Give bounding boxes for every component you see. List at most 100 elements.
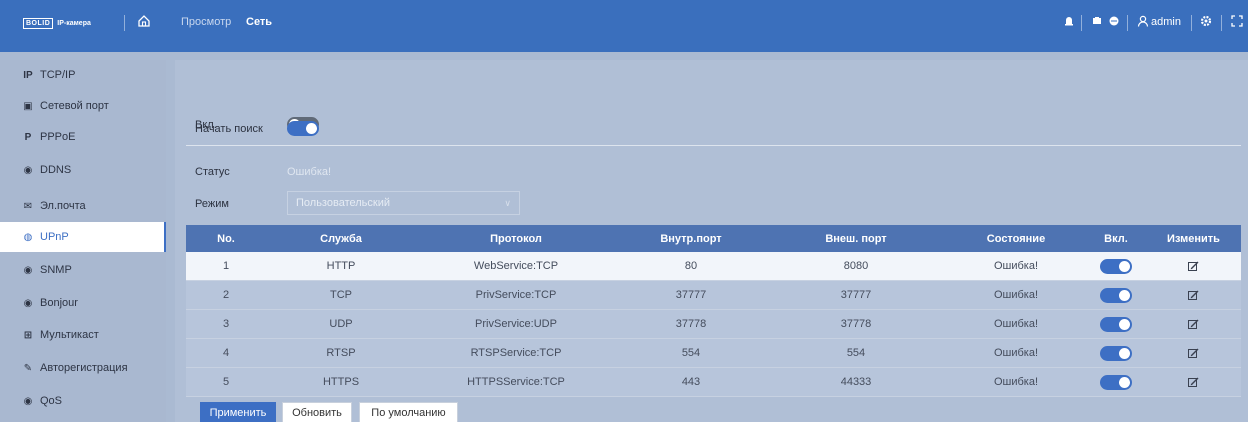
mode-select[interactable]: Пользовательский ∨ — [287, 191, 520, 215]
nav-network[interactable]: Сеть — [246, 16, 272, 28]
row-enable-cell — [1086, 287, 1146, 303]
toggle-knob — [1119, 289, 1130, 301]
settings-gear-icon[interactable] — [1199, 14, 1213, 28]
toggle-knob — [1119, 260, 1130, 272]
sidebar-item-upnp[interactable]: ◍ UPnP — [0, 222, 166, 252]
tasks-icon[interactable] — [1090, 14, 1104, 28]
sidebar-item-pppoe[interactable]: P PPPoE — [0, 122, 166, 152]
sidebar-item-multicast[interactable]: ⊞ Мультикаст — [0, 320, 166, 350]
sidebar: IP TCP/IP ▣ Сетевой порт P PPPoE ◉ DDNS … — [0, 60, 166, 422]
column-header: Внеш. порт — [825, 232, 887, 245]
row-enable-cell — [1086, 258, 1146, 274]
row-enable-toggle[interactable] — [1100, 287, 1132, 303]
mode-select-value: Пользовательский — [296, 197, 390, 209]
row-enable-toggle[interactable] — [1100, 374, 1132, 390]
fullscreen-icon[interactable] — [1230, 14, 1244, 28]
row-outer-port: 554 — [846, 347, 866, 359]
sidebar-item-label: PPPoE — [40, 131, 76, 143]
default-button[interactable]: По умолчанию — [359, 402, 458, 422]
refresh-button[interactable]: Обновить — [282, 402, 352, 422]
row-outer-port: 8080 — [843, 260, 869, 272]
sidebar-item-label: DDNS — [40, 164, 72, 176]
row-number: 5 — [222, 376, 230, 388]
table-row[interactable]: 4 RTSP RTSPService:TCP 554 554 Ошибка! — [186, 339, 1241, 368]
port-icon: ▣ — [23, 100, 33, 112]
edit-icon[interactable] — [1188, 261, 1199, 272]
chevron-down-icon: ∨ — [504, 198, 511, 208]
tcpip-icon: IP — [23, 69, 33, 81]
row-inner-port: 37778 — [675, 318, 707, 330]
sidebar-item-snmp[interactable]: ◉ SNMP — [0, 255, 166, 285]
sidebar-item-autoregistration[interactable]: ✎ Авторегистрация — [0, 353, 166, 383]
upnp-table: No. Служба Протокол Внутр.порт Внеш. пор… — [186, 225, 1241, 397]
table-row[interactable]: 1 HTTP WebService:TCP 80 8080 Ошибка! — [186, 252, 1241, 281]
sidebar-item-qos[interactable]: ◉ QoS — [0, 386, 166, 416]
alarm-icon[interactable] — [1062, 14, 1076, 28]
logo-brand: BOLID — [23, 17, 54, 29]
row-service: RTSP — [326, 347, 356, 359]
sidebar-item-bonjour[interactable]: ◉ Bonjour — [0, 288, 166, 318]
pppoe-icon: P — [24, 131, 32, 143]
sidebar-item-label: Bonjour — [40, 297, 78, 309]
user-icon[interactable] — [1136, 14, 1150, 28]
row-enable-toggle[interactable] — [1100, 258, 1132, 274]
status-label: Статус — [195, 166, 230, 178]
row-enable-toggle[interactable] — [1100, 345, 1132, 361]
bonjour-icon: ◉ — [23, 297, 33, 309]
row-state: Ошибка! — [993, 347, 1039, 359]
row-edit-cell — [1146, 289, 1241, 301]
mode-label: Режим — [195, 198, 229, 210]
column-header: Внутр.порт — [660, 232, 722, 245]
sidebar-item-label: Сетевой порт — [40, 100, 109, 112]
column-header: Изменить — [1167, 232, 1220, 245]
header-divider — [1221, 15, 1222, 31]
home-icon[interactable] — [136, 13, 152, 29]
sidebar-item-network-port[interactable]: ▣ Сетевой порт — [0, 91, 166, 121]
toggle-knob — [1119, 318, 1130, 330]
toggle-knob — [1119, 376, 1130, 388]
row-service: HTTP — [326, 260, 356, 272]
nav-preview[interactable]: Просмотр — [181, 16, 231, 28]
header-divider — [1191, 15, 1192, 31]
search-label: Начать поиск — [195, 123, 263, 135]
edit-icon[interactable] — [1188, 348, 1199, 359]
row-enable-cell — [1086, 316, 1146, 332]
sidebar-item-label: Авторегистрация — [40, 362, 128, 374]
sidebar-item-ddns[interactable]: ◉ DDNS — [0, 155, 166, 185]
row-enable-toggle[interactable] — [1100, 316, 1132, 332]
email-icon: ✉ — [23, 200, 33, 212]
globe-icon[interactable] — [1107, 14, 1121, 28]
row-number: 2 — [222, 289, 230, 301]
edit-icon[interactable] — [1188, 319, 1199, 330]
row-protocol: HTTPSService:TCP — [467, 376, 565, 388]
table-header: No. Служба Протокол Внутр.порт Внеш. пор… — [186, 225, 1241, 252]
sidebar-item-email[interactable]: ✉ Эл.почта — [0, 191, 166, 221]
row-protocol: PrivService:UDP — [475, 318, 557, 330]
edit-icon[interactable] — [1188, 290, 1199, 301]
row-edit-cell — [1146, 318, 1241, 330]
column-header: Служба — [320, 232, 362, 245]
sidebar-item-label: UPnP — [40, 231, 69, 243]
edit-icon[interactable] — [1188, 377, 1199, 388]
row-edit-cell — [1146, 376, 1241, 388]
apply-button[interactable]: Применить — [200, 402, 276, 422]
qos-icon: ◉ — [23, 395, 33, 407]
toggle-knob — [1119, 347, 1130, 359]
row-edit-cell — [1146, 347, 1241, 359]
sidebar-item-tcpip[interactable]: IP TCP/IP — [0, 60, 166, 90]
row-service: TCP — [330, 289, 352, 301]
table-row[interactable]: 2 TCP PrivService:TCP 37777 37777 Ошибка… — [186, 281, 1241, 310]
logo: BOLID IP-камера — [23, 16, 91, 30]
search-toggle[interactable] — [287, 121, 319, 136]
row-service: HTTPS — [322, 376, 360, 388]
row-number: 1 — [222, 260, 230, 272]
admin-username[interactable]: admin — [1151, 16, 1181, 28]
row-protocol: WebService:TCP — [473, 260, 559, 272]
column-header: No. — [217, 232, 235, 245]
column-header: Вкл. — [1104, 232, 1128, 245]
table-row[interactable]: 3 UDP PrivService:UDP 37778 37778 Ошибка… — [186, 310, 1241, 339]
logo-subtitle: IP-камера — [57, 19, 91, 27]
table-row[interactable]: 5 HTTPS HTTPSService:TCP 443 44333 Ошибк… — [186, 368, 1241, 397]
snmp-icon: ◉ — [23, 264, 33, 276]
row-outer-port: 37778 — [840, 318, 872, 330]
